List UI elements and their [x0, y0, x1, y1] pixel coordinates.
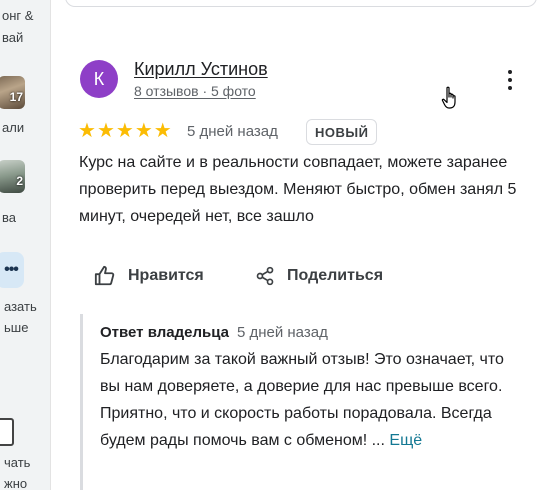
rail-item-label[interactable]: ва: [2, 210, 16, 225]
star-rating: ★ ★ ★ ★ ★: [78, 121, 172, 141]
star-icon: ★: [78, 120, 96, 142]
share-button[interactable]: Поделиться: [255, 262, 383, 290]
star-icon: ★: [96, 120, 115, 142]
previous-card: [65, 0, 537, 7]
rail-thumbnail[interactable]: 17: [0, 76, 25, 109]
star-icon: ★: [115, 120, 134, 142]
review-author-link[interactable]: Кирилл Устинов: [134, 59, 268, 80]
more-horiz-icon: •••: [4, 261, 19, 278]
rail-item-label[interactable]: чать: [4, 455, 30, 470]
review-text: Курс на сайте и в реальности совпадает, …: [79, 154, 517, 225]
more-link[interactable]: Ещё: [389, 432, 422, 449]
left-rail: онг & вай 17 али 2 ва ••• азать ьше чать…: [0, 0, 51, 490]
share-label: Поделиться: [287, 267, 384, 284]
review-date: 5 дней назад: [187, 123, 278, 140]
avatar[interactable]: К: [80, 60, 118, 98]
reply-divider: [80, 314, 83, 490]
like-label: Нравится: [128, 267, 204, 284]
owner-reply-text: Благодарим за такой важный отзыв! Это оз…: [100, 346, 520, 454]
share-icon: [256, 266, 274, 286]
review-author-meta-link[interactable]: 8 отзывов · 5 фото: [134, 83, 256, 99]
rail-more-label[interactable]: ьше: [4, 320, 28, 335]
owner-reply-body: Благодарим за такой важный отзыв! Это оз…: [100, 351, 504, 449]
owner-reply-author: Ответ владельца: [100, 324, 229, 341]
rail-thumbnail-badge: 17: [9, 90, 23, 104]
rail-item-label[interactable]: жно: [4, 476, 27, 490]
document-icon: [0, 418, 14, 446]
rail-thumbnail-badge: 2: [16, 174, 23, 188]
thumbs-up-icon: [94, 265, 115, 286]
rail-more-label[interactable]: азать: [4, 299, 37, 314]
like-button[interactable]: Нравится: [94, 262, 204, 290]
owner-reply-date: 5 дней назад: [236, 324, 328, 341]
new-badge: НОВЫЙ: [306, 119, 378, 145]
hand-cursor-icon: [441, 86, 456, 109]
rail-more-button[interactable]: •••: [0, 252, 24, 288]
rail-item-label[interactable]: али: [2, 120, 24, 135]
rail-item-label[interactable]: онг &: [2, 8, 33, 23]
star-icon: ★: [153, 120, 172, 142]
rail-item-label[interactable]: вай: [2, 30, 23, 45]
rail-thumbnail[interactable]: 2: [0, 160, 25, 193]
owner-reply-header: Ответ владельца 5 дней назад: [100, 324, 328, 341]
more-vert-icon[interactable]: [500, 70, 520, 90]
star-icon: ★: [134, 120, 153, 142]
